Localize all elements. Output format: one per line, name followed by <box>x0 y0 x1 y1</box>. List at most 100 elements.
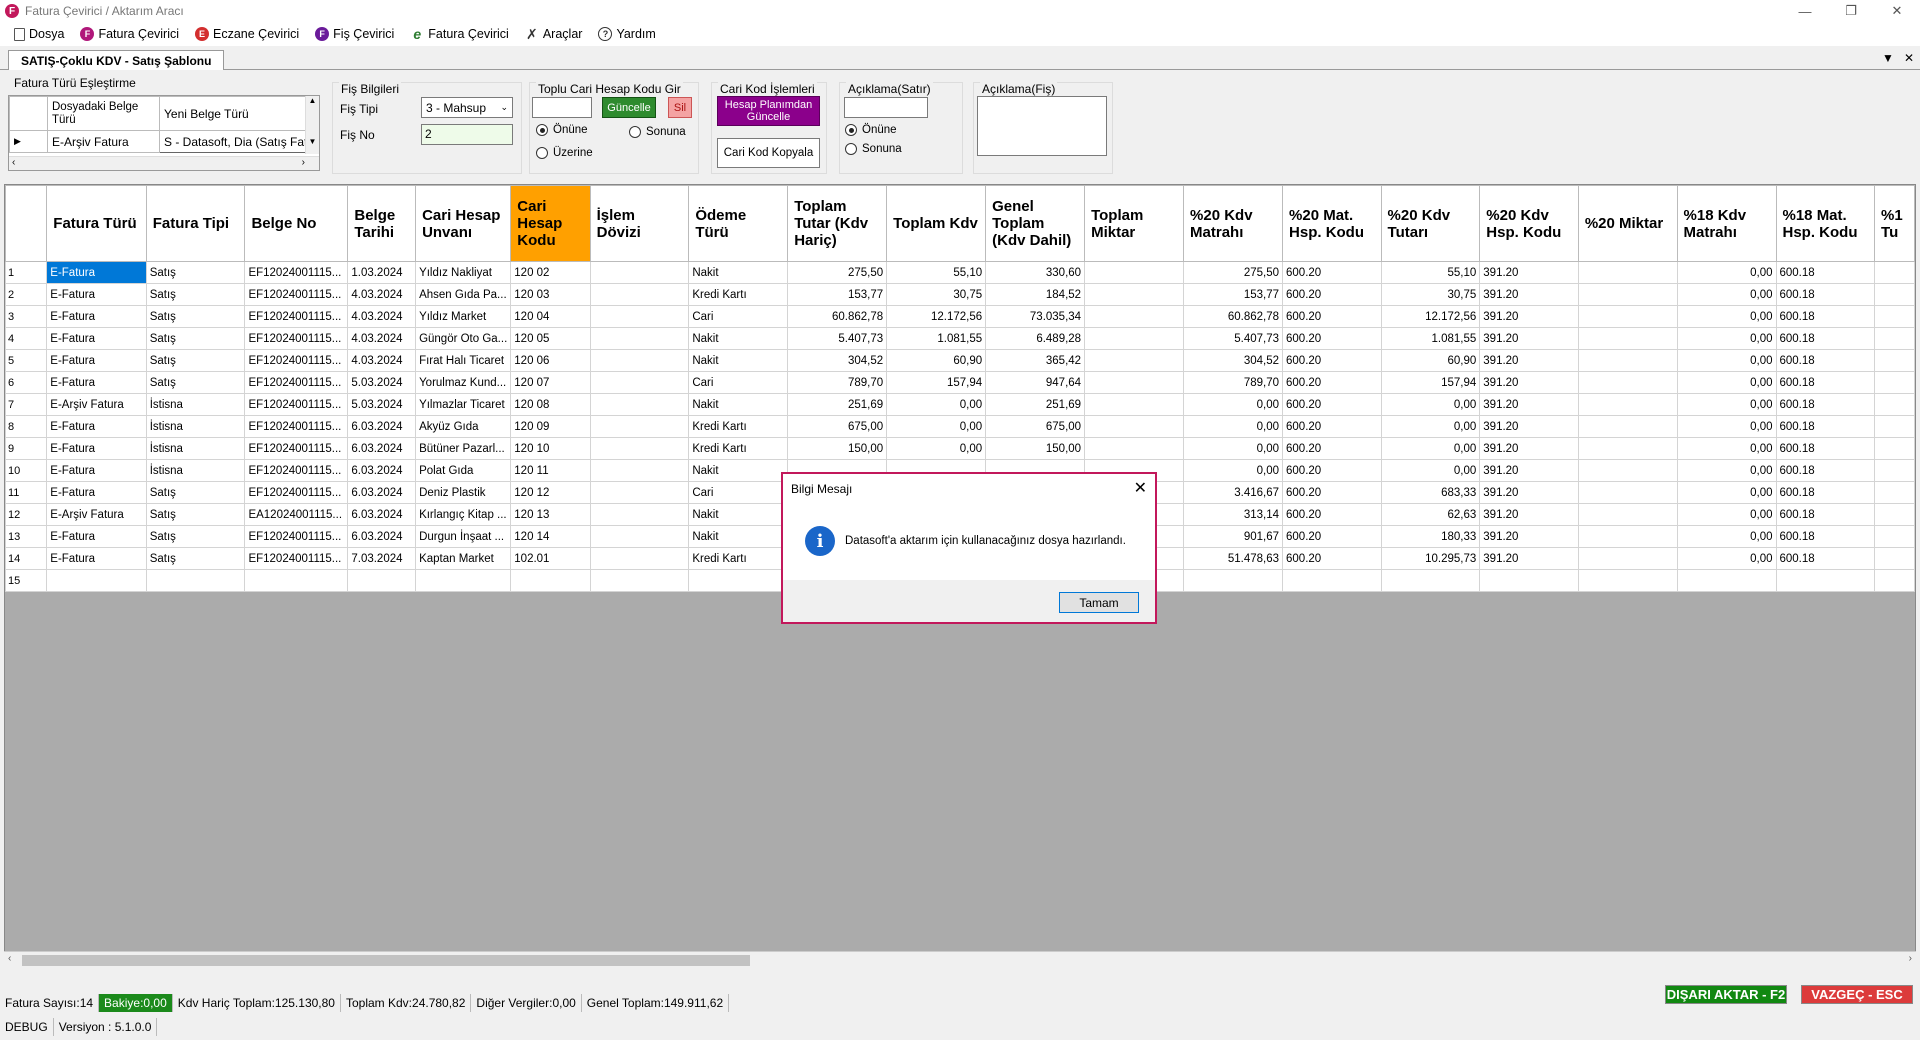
menu-dosya[interactable]: Dosya <box>14 27 64 41</box>
grid-cell[interactable]: 12.172,56 <box>1380 305 1481 328</box>
grid-cell[interactable]: 789,70 <box>787 371 888 394</box>
grid-cell[interactable]: Yorulmaz Kund... <box>415 371 512 394</box>
grid-cell[interactable]: E-Fatura <box>46 547 147 570</box>
grid-cell[interactable] <box>1084 393 1185 416</box>
grid-cell[interactable]: EF12024001115... <box>244 481 349 504</box>
grid-cell[interactable]: 120 04 <box>510 305 591 328</box>
grid-cell[interactable]: 391.20 <box>1479 371 1579 394</box>
fis-tipi-combo[interactable]: 3 - Mahsup ⌄ <box>421 97 513 118</box>
grid-cell[interactable]: 251,69 <box>787 393 888 416</box>
grid-cell[interactable] <box>1577 437 1678 460</box>
toplu-radio-sonuna[interactable]: Sonuna <box>629 126 686 138</box>
grid-cell[interactable]: EF12024001115... <box>244 393 349 416</box>
grid-cell[interactable]: 0,00 <box>1183 393 1284 416</box>
column-header[interactable]: Fatura Tipi <box>145 185 246 262</box>
hscroll-thumb[interactable] <box>22 955 750 966</box>
grid-cell[interactable] <box>688 569 789 592</box>
grid-cell[interactable]: EF12024001115... <box>244 261 349 284</box>
grid-cell[interactable]: E-Fatura <box>46 327 147 350</box>
grid-cell[interactable]: 600.20 <box>1282 525 1382 548</box>
column-header[interactable]: Toplam Kdv <box>886 185 987 262</box>
column-header[interactable]: Cari Hesap Kodu <box>510 185 591 262</box>
grid-cell[interactable] <box>510 569 591 592</box>
grid-cell[interactable]: 600.20 <box>1282 305 1382 328</box>
grid-cell[interactable]: 6.03.2024 <box>347 459 417 482</box>
grid-cell[interactable]: 600.18 <box>1775 305 1876 328</box>
grid-cell[interactable]: 600.20 <box>1282 327 1382 350</box>
grid-cell[interactable] <box>1084 415 1185 438</box>
grid-cell[interactable] <box>1874 305 1915 328</box>
grid-cell[interactable]: Cari <box>688 481 789 504</box>
grid-cell[interactable]: 0,00 <box>1676 305 1777 328</box>
grid-cell[interactable]: Satış <box>145 481 246 504</box>
column-header[interactable]: %20 Mat. Hsp. Kodu <box>1282 185 1382 262</box>
grid-cell[interactable]: 153,77 <box>787 283 888 306</box>
satir-radio-onune[interactable]: Önüne <box>845 124 897 136</box>
menu-fatura-cevirici[interactable]: F Fatura Çevirici <box>80 27 179 41</box>
grid-cell[interactable] <box>1577 503 1678 526</box>
grid-cell[interactable] <box>1577 569 1678 592</box>
grid-cell[interactable]: E-Fatura <box>46 459 147 482</box>
grid-cell[interactable]: Satış <box>145 547 246 570</box>
grid-cell[interactable]: E-Arşiv Fatura <box>46 393 147 416</box>
grid-cell[interactable]: 789,70 <box>1183 371 1284 394</box>
column-header[interactable]: Belge Tarihi <box>347 185 417 262</box>
grid-cell[interactable]: 4.03.2024 <box>347 327 417 350</box>
grid-cell[interactable]: 0,00 <box>886 415 987 438</box>
menu-yardim[interactable]: ? Yardım <box>598 27 656 41</box>
grid-cell[interactable]: 3.416,67 <box>1183 481 1284 504</box>
minimize-icon[interactable]: — <box>1782 0 1828 22</box>
grid-cell[interactable]: 600.20 <box>1282 393 1382 416</box>
grid-cell[interactable]: 600.18 <box>1775 283 1876 306</box>
disari-aktar-button[interactable]: DIŞARI AKTAR - F2 <box>1665 985 1787 1004</box>
grid-cell[interactable] <box>1577 459 1678 482</box>
grid-cell[interactable]: 120 06 <box>510 349 591 372</box>
grid-cell[interactable]: E-Fatura <box>46 437 147 460</box>
grid-cell[interactable] <box>589 371 690 394</box>
grid-cell[interactable]: 0,00 <box>886 437 987 460</box>
grid-cell[interactable]: 391.20 <box>1479 437 1579 460</box>
vazgec-button[interactable]: VAZGEÇ - ESC <box>1801 985 1913 1004</box>
grid-cell[interactable]: EA12024001115... <box>244 503 349 526</box>
grid-cell[interactable]: Kredi Kartı <box>688 283 789 306</box>
maximize-icon[interactable]: ❐ <box>1828 0 1874 22</box>
column-header[interactable]: %18 Kdv Matrahı <box>1676 185 1777 262</box>
grid-cell[interactable]: 600.20 <box>1282 349 1382 372</box>
column-header[interactable]: Belge No <box>244 185 349 262</box>
grid-cell[interactable]: Durgun İnşaat ... <box>415 525 512 548</box>
scroll-down-icon[interactable]: ▼ <box>306 137 319 146</box>
grid-cell[interactable] <box>1676 569 1777 592</box>
grid-cell[interactable]: 600.20 <box>1282 503 1382 526</box>
grid-cell[interactable]: Deniz Plastik <box>415 481 512 504</box>
grid-cell[interactable]: E-Fatura <box>46 349 147 372</box>
grid-cell[interactable]: 600.18 <box>1775 349 1876 372</box>
grid-cell[interactable]: Satış <box>145 371 246 394</box>
new-row-number[interactable]: 15 <box>5 569 48 592</box>
grid-cell[interactable] <box>1874 459 1915 482</box>
grid-cell[interactable]: Nakit <box>688 349 789 372</box>
grid-cell[interactable] <box>1577 415 1678 438</box>
scroll-left-icon[interactable]: ‹ <box>12 157 15 168</box>
grid-cell[interactable]: 675,00 <box>985 415 1086 438</box>
grid-cell[interactable]: E-Arşiv Fatura <box>46 503 147 526</box>
grid-cell[interactable]: 600.20 <box>1282 371 1382 394</box>
grid-cell[interactable] <box>589 437 690 460</box>
grid-cell[interactable]: EF12024001115... <box>244 283 349 306</box>
grid-cell[interactable]: 120 10 <box>510 437 591 460</box>
table-row[interactable]: 8 E-Fatura İstisna EF12024001115... 6.03.202… <box>5 415 1915 438</box>
column-header[interactable]: %20 Kdv Hsp. Kodu <box>1479 185 1579 262</box>
menu-eczane-cevirici[interactable]: E Eczane Çevirici <box>195 27 299 41</box>
grid-cell[interactable]: 391.20 <box>1479 459 1579 482</box>
grid-cell[interactable]: 675,00 <box>787 415 888 438</box>
column-header[interactable]: %20 Kdv Matrahı <box>1183 185 1284 262</box>
grid-cell[interactable]: 304,52 <box>1183 349 1284 372</box>
grid-cell[interactable]: 6.03.2024 <box>347 481 417 504</box>
grid-cell[interactable] <box>244 569 349 592</box>
grid-cell[interactable] <box>1874 569 1915 592</box>
grid-cell[interactable]: Satış <box>145 503 246 526</box>
grid-cell[interactable] <box>1084 437 1185 460</box>
grid-cell[interactable]: Satış <box>145 261 246 284</box>
grid-cell[interactable]: EF12024001115... <box>244 415 349 438</box>
grid-cell[interactable] <box>1874 349 1915 372</box>
grid-cell[interactable]: 6.03.2024 <box>347 437 417 460</box>
